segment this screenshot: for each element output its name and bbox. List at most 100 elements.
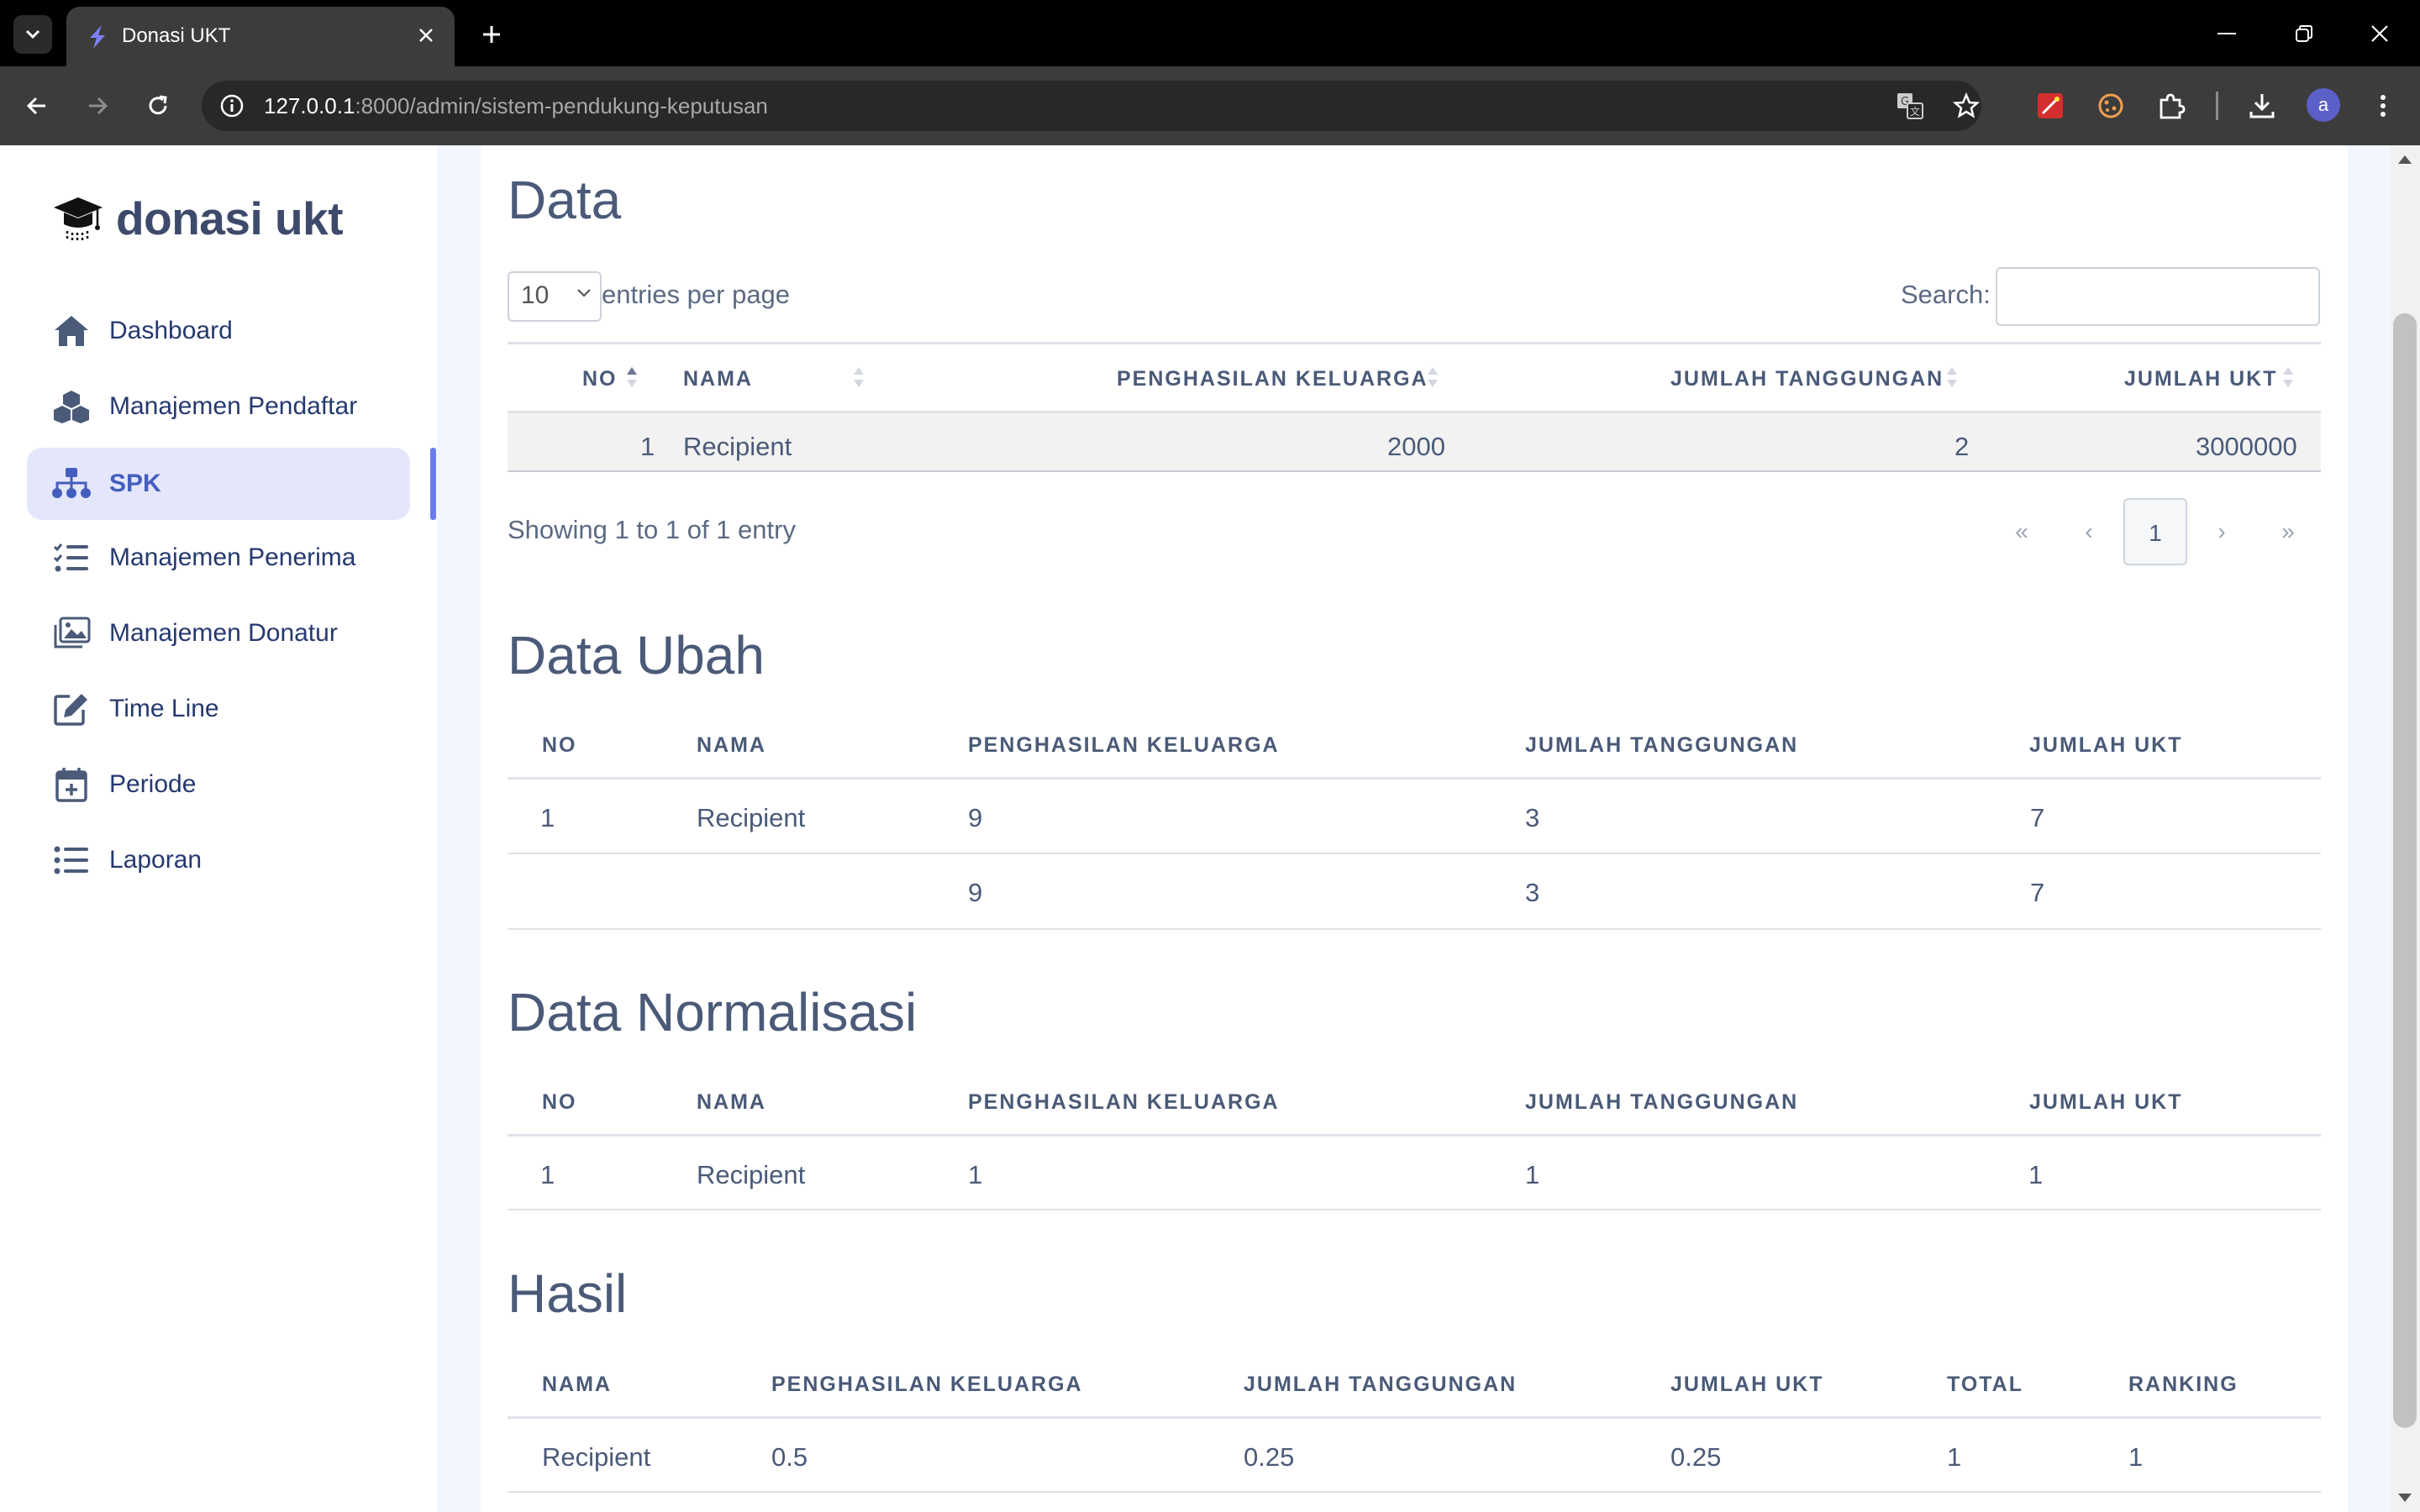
bookmark-button[interactable] [1951,91,1981,121]
table-header-border [508,777,2321,780]
extension-red-button[interactable] [2030,86,2070,126]
sort-icon[interactable] [1426,365,1439,389]
sidebar-item-label: Dashboard [109,317,233,344]
sidebar-item-manajemen-penerima[interactable]: Manajemen Penerima [27,522,410,594]
cell-penghasilan: 2000 [1387,432,1445,461]
page-scrollbar-thumb[interactable] [2393,313,2417,1428]
section-title-hasil: Hasil [508,1263,628,1324]
entries-label: entries per page [602,280,791,309]
search-input[interactable] [1996,267,2320,326]
chevron-down-icon [577,289,591,297]
sort-icon[interactable] [2281,365,2295,389]
column-header-nama: NAMA [697,1090,766,1114]
restore-button[interactable] [2279,12,2329,55]
scroll-up-arrow-icon[interactable] [2396,154,2413,165]
sidebar-active-indicator [430,448,436,520]
column-header-penghasilan[interactable]: PENGHASILAN KELUARGA [1117,367,1428,391]
pagination-last[interactable]: » [2256,498,2320,565]
column-header-ukt[interactable]: JUMLAH UKT [2124,367,2278,391]
sort-icon[interactable] [852,365,865,389]
entries-value: 10 [521,281,550,309]
sort-icon[interactable] [1945,365,1959,389]
extension-cookie-button[interactable] [2091,86,2131,126]
cell-penghasilan: 1 [968,1160,983,1189]
cell-tanggungan: 3 [1525,878,1540,907]
cell-ranking: 1 [2128,1442,2144,1472]
minimize-button[interactable] [2202,12,2252,55]
translate-icon: G文 [1897,93,1923,119]
sidebar-item-periode[interactable]: Periode [27,748,410,821]
cell-tanggungan: 1 [1525,1160,1540,1189]
brand-logo[interactable]: donasi ukt [52,192,344,245]
sidebar-item-manajemen-pendaftar[interactable]: Manajemen Pendaftar [27,370,410,443]
url-host: 127.0.0.1 [264,93,355,118]
section-title-data: Data [508,170,622,230]
pagination-prev[interactable]: ‹ [2057,498,2121,565]
house-icon [52,312,91,350]
browser-tab[interactable]: Donasi UKT [66,7,455,66]
edit-icon [52,690,91,728]
forward-button[interactable] [76,84,119,128]
table-top-border [508,342,2321,344]
cell-tanggungan: 2 [1954,432,1970,461]
column-header-ukt: JUMLAH UKT [2029,1090,2183,1114]
page-viewport: donasi ukt Dashboard Manajemen Pendaftar… [0,145,2420,1512]
downloads-button[interactable] [2242,86,2282,126]
sidebar: donasi ukt Dashboard Manajemen Pendaftar… [0,145,437,1512]
sidebar-item-spk[interactable]: SPK [27,448,410,520]
sidebar-item-time-line[interactable]: Time Line [27,673,410,745]
sidebar-item-dashboard[interactable]: Dashboard [27,295,410,367]
table-bottom-border [508,470,2321,472]
sitemap-icon [52,465,91,503]
plus-icon [483,26,500,43]
address-bar[interactable]: 127.0.0.1:8000/admin/sistem-pendukung-ke… [202,81,1981,131]
info-icon [220,94,244,118]
magic-wand-icon [2038,93,2063,118]
reload-button[interactable] [136,84,180,128]
sidebar-item-laporan[interactable]: Laporan [27,824,410,896]
new-tab-button[interactable] [472,15,511,54]
section-title-data-normalisasi: Data Normalisasi [508,982,918,1042]
column-header-tanggungan: JUMLAH TANGGUNGAN [1525,733,1799,757]
cell-penghasilan: 9 [968,803,983,832]
translate-button[interactable]: G文 [1895,91,1925,121]
cell-ukt: 7 [2030,803,2045,832]
bolt-favicon-icon [90,25,105,49]
cell-nama: Recipient [697,803,806,832]
profile-avatar[interactable]: a [2307,88,2340,122]
scroll-down-arrow-icon[interactable] [2396,1492,2413,1504]
entries-per-page-select[interactable]: 10 [508,271,602,322]
extensions-button[interactable] [2151,86,2191,126]
column-header-nama: NAMA [697,733,766,757]
pagination-first[interactable]: « [1990,498,2054,565]
tab-search-button[interactable] [13,15,52,54]
pagination-next[interactable]: › [2190,498,2254,565]
sort-asc-icon[interactable] [625,365,639,389]
column-header-no[interactable]: NO [582,367,618,391]
cell-tanggungan: 3 [1525,803,1540,832]
cell-ukt: 7 [2030,878,2045,907]
column-header-no: NO [542,1090,577,1114]
column-header-tanggungan[interactable]: JUMLAH TANGGUNGAN [1670,367,1944,391]
reload-icon [149,95,167,115]
close-tab-button[interactable] [411,20,441,50]
cell-nama: Recipient [697,1160,806,1189]
url-text: 127.0.0.1:8000/admin/sistem-pendukung-ke… [264,93,768,119]
column-header-ranking: RANKING [2128,1373,2238,1396]
browser-menu-button[interactable] [2363,86,2403,126]
column-header-nama[interactable]: NAMA [683,367,753,391]
url-path: :8000/admin/sistem-pendukung-keputusan [355,93,768,118]
tab-title: Donasi UKT [122,24,231,47]
table-header-border [508,1416,2321,1419]
sidebar-item-label: Manajemen Pendaftar [109,392,358,420]
back-button[interactable] [15,84,59,128]
search-label: Search: [1901,280,1991,309]
close-window-button[interactable] [2354,12,2405,55]
site-info-button[interactable] [217,91,247,121]
column-header-tanggungan: JUMLAH TANGGUNGAN [1525,1090,1799,1114]
minimize-icon [2217,33,2236,34]
sidebar-item-manajemen-donatur[interactable]: Manajemen Donatur [27,597,410,669]
pagination-page-1[interactable]: 1 [2123,498,2187,565]
close-icon [419,29,433,42]
graduation-cap-icon [54,197,103,243]
